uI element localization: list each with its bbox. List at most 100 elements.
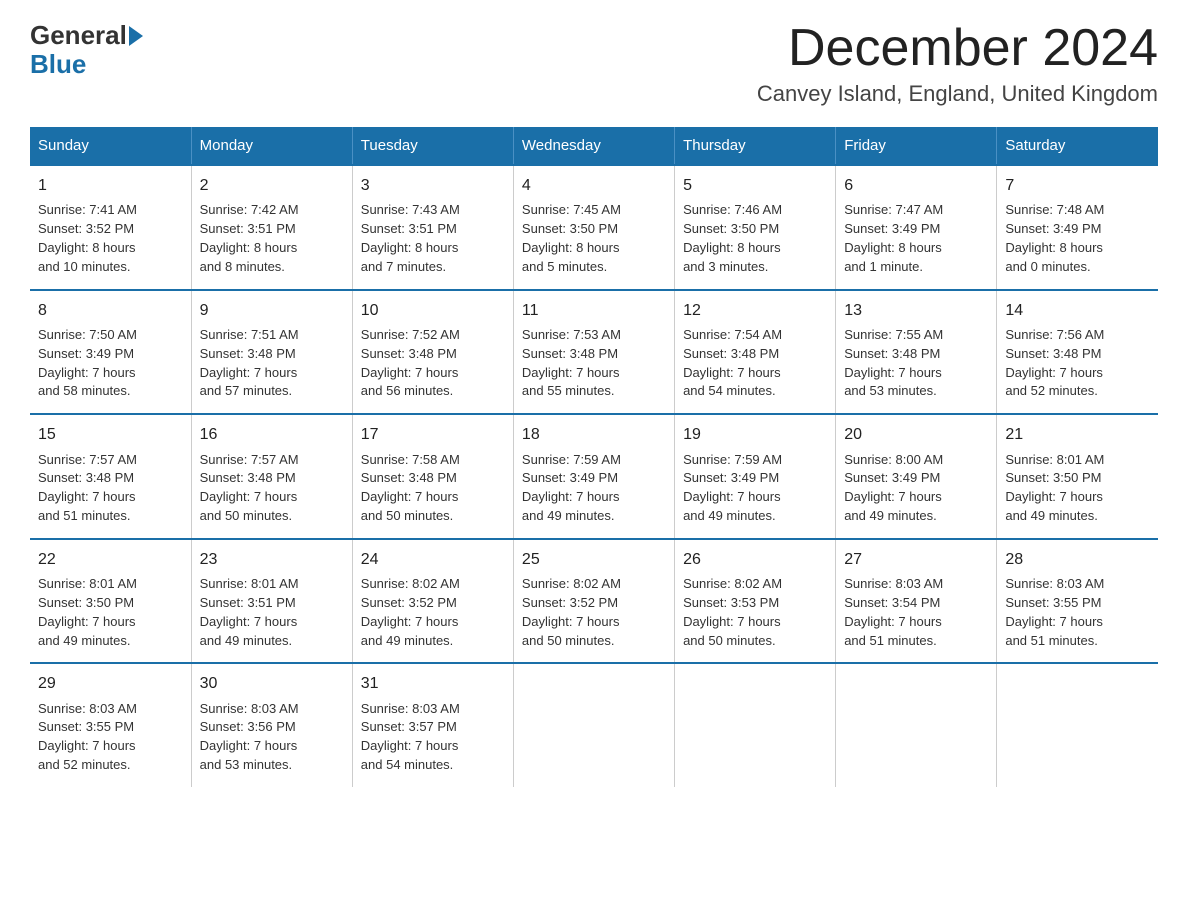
day-number: 11 <box>522 299 666 322</box>
logo: General Blue <box>30 20 145 80</box>
day-number: 5 <box>683 174 827 197</box>
column-header-tuesday: Tuesday <box>352 127 513 165</box>
day-info: Sunrise: 8:03 AMSunset: 3:57 PMDaylight:… <box>361 700 505 775</box>
day-info: Sunrise: 7:56 AMSunset: 3:48 PMDaylight:… <box>1005 326 1150 401</box>
day-number: 8 <box>38 299 183 322</box>
calendar-cell: 19 Sunrise: 7:59 AMSunset: 3:49 PMDayligh… <box>675 414 836 539</box>
day-info: Sunrise: 8:00 AMSunset: 3:49 PMDaylight:… <box>844 451 988 526</box>
calendar-cell: 7 Sunrise: 7:48 AMSunset: 3:49 PMDaylight… <box>997 165 1158 290</box>
day-info: Sunrise: 8:02 AMSunset: 3:52 PMDaylight:… <box>361 575 505 650</box>
logo-arrow-icon <box>129 26 143 46</box>
column-header-saturday: Saturday <box>997 127 1158 165</box>
day-number: 7 <box>1005 174 1150 197</box>
logo-general-text: General <box>30 20 127 51</box>
day-number: 20 <box>844 423 988 446</box>
column-header-wednesday: Wednesday <box>513 127 674 165</box>
day-number: 6 <box>844 174 988 197</box>
day-number: 4 <box>522 174 666 197</box>
calendar-cell: 27 Sunrise: 8:03 AMSunset: 3:54 PMDayligh… <box>836 539 997 664</box>
day-info: Sunrise: 7:46 AMSunset: 3:50 PMDaylight:… <box>683 201 827 276</box>
day-number: 12 <box>683 299 827 322</box>
day-number: 3 <box>361 174 505 197</box>
calendar-cell: 30 Sunrise: 8:03 AMSunset: 3:56 PMDayligh… <box>191 663 352 787</box>
column-header-monday: Monday <box>191 127 352 165</box>
header-row: SundayMondayTuesdayWednesdayThursdayFrid… <box>30 127 1158 165</box>
calendar-cell: 5 Sunrise: 7:46 AMSunset: 3:50 PMDaylight… <box>675 165 836 290</box>
day-number: 29 <box>38 672 183 695</box>
day-info: Sunrise: 7:55 AMSunset: 3:48 PMDaylight:… <box>844 326 988 401</box>
day-number: 9 <box>200 299 344 322</box>
calendar-cell: 3 Sunrise: 7:43 AMSunset: 3:51 PMDaylight… <box>352 165 513 290</box>
day-number: 27 <box>844 548 988 571</box>
day-number: 14 <box>1005 299 1150 322</box>
calendar-cell: 31 Sunrise: 8:03 AMSunset: 3:57 PMDayligh… <box>352 663 513 787</box>
calendar-cell: 28 Sunrise: 8:03 AMSunset: 3:55 PMDayligh… <box>997 539 1158 664</box>
day-info: Sunrise: 8:02 AMSunset: 3:52 PMDaylight:… <box>522 575 666 650</box>
day-info: Sunrise: 8:03 AMSunset: 3:56 PMDaylight:… <box>200 700 344 775</box>
calendar-cell: 21Sunrise: 8:01 AMSunset: 3:50 PMDayligh… <box>997 414 1158 539</box>
calendar-cell: 9 Sunrise: 7:51 AMSunset: 3:48 PMDaylight… <box>191 290 352 415</box>
calendar-cell: 25 Sunrise: 8:02 AMSunset: 3:52 PMDayligh… <box>513 539 674 664</box>
day-info: Sunrise: 7:43 AMSunset: 3:51 PMDaylight:… <box>361 201 505 276</box>
calendar-table: SundayMondayTuesdayWednesdayThursdayFrid… <box>30 127 1158 787</box>
day-number: 18 <box>522 423 666 446</box>
calendar-cell: 20 Sunrise: 8:00 AMSunset: 3:49 PMDayligh… <box>836 414 997 539</box>
calendar-cell: 12Sunrise: 7:54 AMSunset: 3:48 PMDayligh… <box>675 290 836 415</box>
day-number: 28 <box>1005 548 1150 571</box>
calendar-cell <box>997 663 1158 787</box>
day-number: 13 <box>844 299 988 322</box>
week-row-1: 1Sunrise: 7:41 AMSunset: 3:52 PMDaylight… <box>30 165 1158 290</box>
day-info: Sunrise: 7:58 AMSunset: 3:48 PMDaylight:… <box>361 451 505 526</box>
calendar-cell: 6 Sunrise: 7:47 AMSunset: 3:49 PMDaylight… <box>836 165 997 290</box>
day-number: 24 <box>361 548 505 571</box>
day-info: Sunrise: 8:02 AMSunset: 3:53 PMDaylight:… <box>683 575 827 650</box>
day-info: Sunrise: 7:50 AMSunset: 3:49 PMDaylight:… <box>38 326 183 401</box>
day-info: Sunrise: 8:01 AMSunset: 3:51 PMDaylight:… <box>200 575 344 650</box>
day-number: 30 <box>200 672 344 695</box>
day-number: 31 <box>361 672 505 695</box>
calendar-cell: 16Sunrise: 7:57 AMSunset: 3:48 PMDayligh… <box>191 414 352 539</box>
day-number: 19 <box>683 423 827 446</box>
day-info: Sunrise: 8:01 AMSunset: 3:50 PMDaylight:… <box>38 575 183 650</box>
day-info: Sunrise: 7:57 AMSunset: 3:48 PMDaylight:… <box>200 451 344 526</box>
calendar-cell: 15 Sunrise: 7:57 AMSunset: 3:48 PMDayligh… <box>30 414 191 539</box>
calendar-cell: 13 Sunrise: 7:55 AMSunset: 3:48 PMDayligh… <box>836 290 997 415</box>
calendar-cell: 18 Sunrise: 7:59 AMSunset: 3:49 PMDayligh… <box>513 414 674 539</box>
day-info: Sunrise: 7:59 AMSunset: 3:49 PMDaylight:… <box>683 451 827 526</box>
day-number: 2 <box>200 174 344 197</box>
day-info: Sunrise: 7:59 AMSunset: 3:49 PMDaylight:… <box>522 451 666 526</box>
week-row-3: 15 Sunrise: 7:57 AMSunset: 3:48 PMDayligh… <box>30 414 1158 539</box>
day-info: Sunrise: 8:03 AMSunset: 3:54 PMDaylight:… <box>844 575 988 650</box>
day-info: Sunrise: 7:47 AMSunset: 3:49 PMDaylight:… <box>844 201 988 276</box>
day-number: 15 <box>38 423 183 446</box>
calendar-cell: 2 Sunrise: 7:42 AMSunset: 3:51 PMDaylight… <box>191 165 352 290</box>
calendar-cell <box>836 663 997 787</box>
day-info: Sunrise: 8:03 AMSunset: 3:55 PMDaylight:… <box>1005 575 1150 650</box>
title-block: December 2024 Canvey Island, England, Un… <box>757 20 1158 107</box>
column-header-friday: Friday <box>836 127 997 165</box>
day-number: 26 <box>683 548 827 571</box>
day-number: 1 <box>38 174 183 197</box>
page-header: General Blue December 2024 Canvey Island… <box>30 20 1158 107</box>
calendar-cell: 17Sunrise: 7:58 AMSunset: 3:48 PMDayligh… <box>352 414 513 539</box>
calendar-cell: 8 Sunrise: 7:50 AMSunset: 3:49 PMDaylight… <box>30 290 191 415</box>
day-info: Sunrise: 7:57 AMSunset: 3:48 PMDaylight:… <box>38 451 183 526</box>
day-number: 22 <box>38 548 183 571</box>
day-info: Sunrise: 7:52 AMSunset: 3:48 PMDaylight:… <box>361 326 505 401</box>
week-row-4: 22 Sunrise: 8:01 AMSunset: 3:50 PMDayligh… <box>30 539 1158 664</box>
column-header-thursday: Thursday <box>675 127 836 165</box>
day-info: Sunrise: 8:03 AMSunset: 3:55 PMDaylight:… <box>38 700 183 775</box>
day-info: Sunrise: 7:42 AMSunset: 3:51 PMDaylight:… <box>200 201 344 276</box>
calendar-cell: 29 Sunrise: 8:03 AMSunset: 3:55 PMDayligh… <box>30 663 191 787</box>
day-info: Sunrise: 7:51 AMSunset: 3:48 PMDaylight:… <box>200 326 344 401</box>
calendar-cell: 4Sunrise: 7:45 AMSunset: 3:50 PMDaylight… <box>513 165 674 290</box>
week-row-5: 29 Sunrise: 8:03 AMSunset: 3:55 PMDayligh… <box>30 663 1158 787</box>
day-number: 23 <box>200 548 344 571</box>
calendar-cell: 26 Sunrise: 8:02 AMSunset: 3:53 PMDayligh… <box>675 539 836 664</box>
day-number: 21 <box>1005 423 1150 446</box>
calendar-cell <box>675 663 836 787</box>
day-info: Sunrise: 7:48 AMSunset: 3:49 PMDaylight:… <box>1005 201 1150 276</box>
calendar-cell: 22 Sunrise: 8:01 AMSunset: 3:50 PMDayligh… <box>30 539 191 664</box>
day-number: 25 <box>522 548 666 571</box>
calendar-cell: 24 Sunrise: 8:02 AMSunset: 3:52 PMDayligh… <box>352 539 513 664</box>
